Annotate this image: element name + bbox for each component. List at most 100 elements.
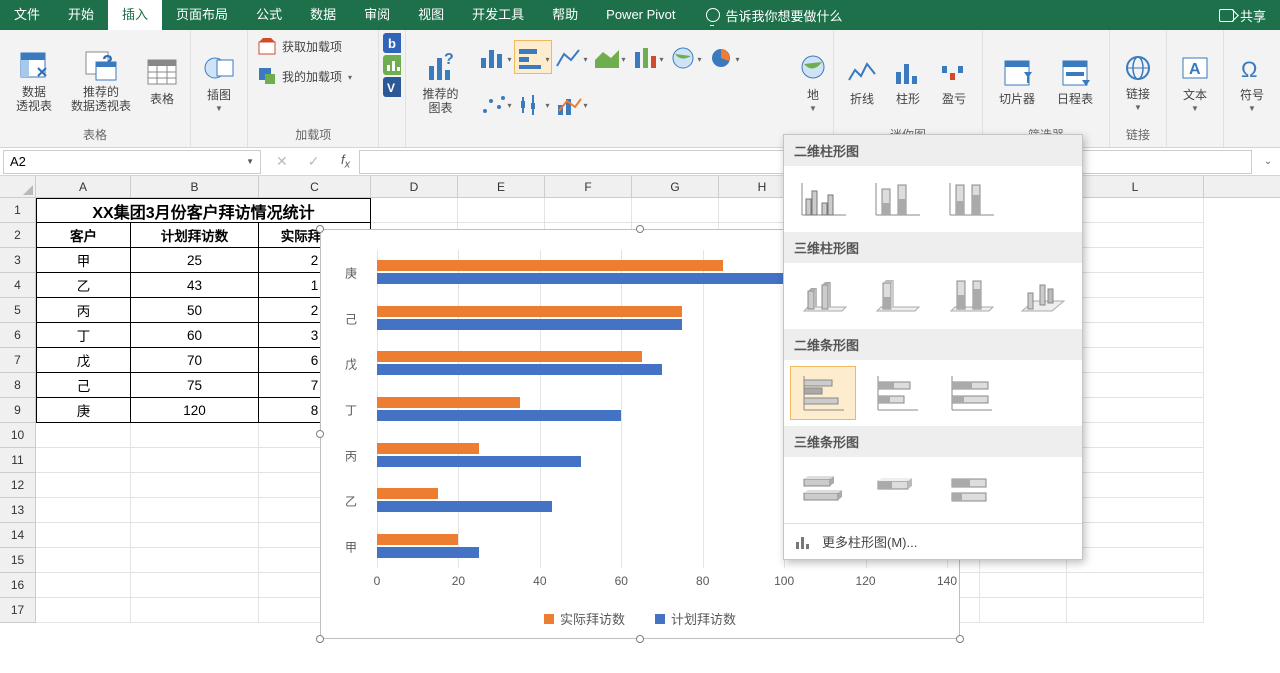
cell[interactable] [1067, 248, 1204, 273]
stacked-column-option[interactable] [864, 172, 930, 226]
100-stacked-3d-column-option[interactable] [937, 269, 1003, 323]
bar-chart-button[interactable]: ▾ [514, 40, 552, 74]
cell[interactable] [1067, 448, 1204, 473]
100-stacked-3d-bar-option[interactable] [938, 463, 1004, 517]
row-header[interactable]: 8 [0, 373, 36, 398]
cell[interactable] [371, 198, 458, 223]
pivottable-button[interactable]: 数据 透视表 [6, 45, 62, 113]
row-header[interactable]: 17 [0, 598, 36, 623]
cell[interactable]: 25 [131, 248, 259, 273]
cell[interactable] [1067, 473, 1204, 498]
cancel-icon[interactable]: ✕ [276, 153, 288, 170]
stock-chart-button[interactable]: ▾ [514, 87, 552, 121]
resize-handle[interactable] [316, 225, 324, 233]
resize-handle[interactable] [316, 635, 324, 643]
symbol-button[interactable]: Ω 符号 ▼ [1230, 48, 1274, 113]
recommended-charts-button[interactable]: ? 推荐的 图表 [412, 47, 468, 115]
3d-column-option[interactable] [1011, 269, 1077, 323]
recommended-pivot-button[interactable]: ? 推荐的 数据透视表 [64, 45, 138, 113]
worksheet[interactable]: ABCDEFGHIJKL 1XX集团3月份客户拜访情况统计2客户计划拜访数实际拜… [0, 176, 1280, 673]
cell[interactable] [1067, 423, 1204, 448]
column-chart-button[interactable]: ▾ [476, 40, 514, 74]
visio-icon[interactable]: V [383, 78, 401, 96]
cell[interactable] [545, 198, 632, 223]
column-header[interactable]: D [371, 176, 458, 197]
cell[interactable] [1067, 223, 1204, 248]
cell[interactable]: 丙 [36, 298, 131, 323]
cell[interactable] [36, 548, 131, 573]
cell[interactable] [131, 523, 259, 548]
row-header[interactable]: 2 [0, 223, 36, 248]
text-button[interactable]: A 文本 ▼ [1173, 48, 1217, 113]
timeline-button[interactable]: 日程表 [1047, 52, 1103, 106]
cell[interactable] [1067, 273, 1204, 298]
row-header[interactable]: 5 [0, 298, 36, 323]
column-header[interactable]: A [36, 176, 131, 197]
row-header[interactable]: 16 [0, 573, 36, 598]
cell[interactable] [131, 498, 259, 523]
tab-home[interactable]: 开始 [54, 0, 108, 30]
tab-dev[interactable]: 开发工具 [458, 0, 538, 30]
cell[interactable] [980, 598, 1067, 623]
stacked-bar-option[interactable] [864, 366, 930, 420]
name-box[interactable]: A2 ▼ [3, 150, 261, 174]
table-button[interactable]: 表格 [140, 52, 184, 106]
column-header[interactable]: C [259, 176, 371, 197]
column-header[interactable]: L [1067, 176, 1204, 197]
resize-handle[interactable] [316, 430, 324, 438]
chevron-down-icon[interactable]: ▼ [246, 157, 254, 166]
fx-icon[interactable]: fx [331, 152, 359, 171]
cell[interactable] [36, 448, 131, 473]
cell[interactable]: 客户 [36, 223, 131, 248]
tab-formula[interactable]: 公式 [242, 0, 296, 30]
cell[interactable] [1067, 523, 1204, 548]
resize-handle[interactable] [636, 225, 644, 233]
tab-view[interactable]: 视图 [404, 0, 458, 30]
tab-insert[interactable]: 插入 [108, 0, 162, 30]
cell[interactable]: 120 [131, 398, 259, 423]
cell[interactable] [1067, 573, 1204, 598]
tab-help[interactable]: 帮助 [538, 0, 592, 30]
cell[interactable] [1067, 298, 1204, 323]
column-header[interactable]: G [632, 176, 719, 197]
row-header[interactable]: 7 [0, 348, 36, 373]
cell[interactable] [131, 573, 259, 598]
cell[interactable] [36, 598, 131, 623]
more-column-charts-button[interactable]: 更多柱形图(M)... [784, 523, 1082, 559]
column-header[interactable]: E [458, 176, 545, 197]
cell[interactable]: 70 [131, 348, 259, 373]
get-addins-button[interactable]: 获取加载项 [254, 34, 346, 58]
cell[interactable] [36, 423, 131, 448]
enter-icon[interactable]: ✓ [308, 153, 320, 170]
cell[interactable] [1067, 373, 1204, 398]
stacked-3d-bar-option[interactable] [864, 463, 930, 517]
cell[interactable]: 己 [36, 373, 131, 398]
row-header[interactable]: 11 [0, 448, 36, 473]
cell[interactable]: 43 [131, 273, 259, 298]
link-button[interactable]: 链接 ▼ [1116, 47, 1160, 112]
clustered-3d-bar-option[interactable] [790, 463, 856, 517]
cell[interactable] [36, 523, 131, 548]
cell[interactable] [1067, 398, 1204, 423]
cell[interactable] [1067, 323, 1204, 348]
illustrations-button[interactable]: 插图 ▼ [197, 48, 241, 113]
100-stacked-column-option[interactable] [938, 172, 1004, 226]
combo-chart-button[interactable]: ▾ [552, 87, 590, 121]
sparkline-line-button[interactable]: 折线 [840, 52, 884, 106]
cell[interactable] [131, 598, 259, 623]
resize-handle[interactable] [956, 635, 964, 643]
row-header[interactable]: 4 [0, 273, 36, 298]
area-chart-button[interactable]: ▾ [590, 40, 628, 74]
cell[interactable] [131, 423, 259, 448]
select-all-corner[interactable] [0, 176, 36, 197]
row-header[interactable]: 13 [0, 498, 36, 523]
cell[interactable] [980, 573, 1067, 598]
tab-layout[interactable]: 页面布局 [162, 0, 242, 30]
row-header[interactable]: 10 [0, 423, 36, 448]
cell[interactable] [36, 573, 131, 598]
tab-file[interactable]: 文件 [0, 0, 54, 30]
cell[interactable] [632, 198, 719, 223]
tab-review[interactable]: 审阅 [350, 0, 404, 30]
cell[interactable] [1067, 548, 1204, 573]
row-header[interactable]: 12 [0, 473, 36, 498]
